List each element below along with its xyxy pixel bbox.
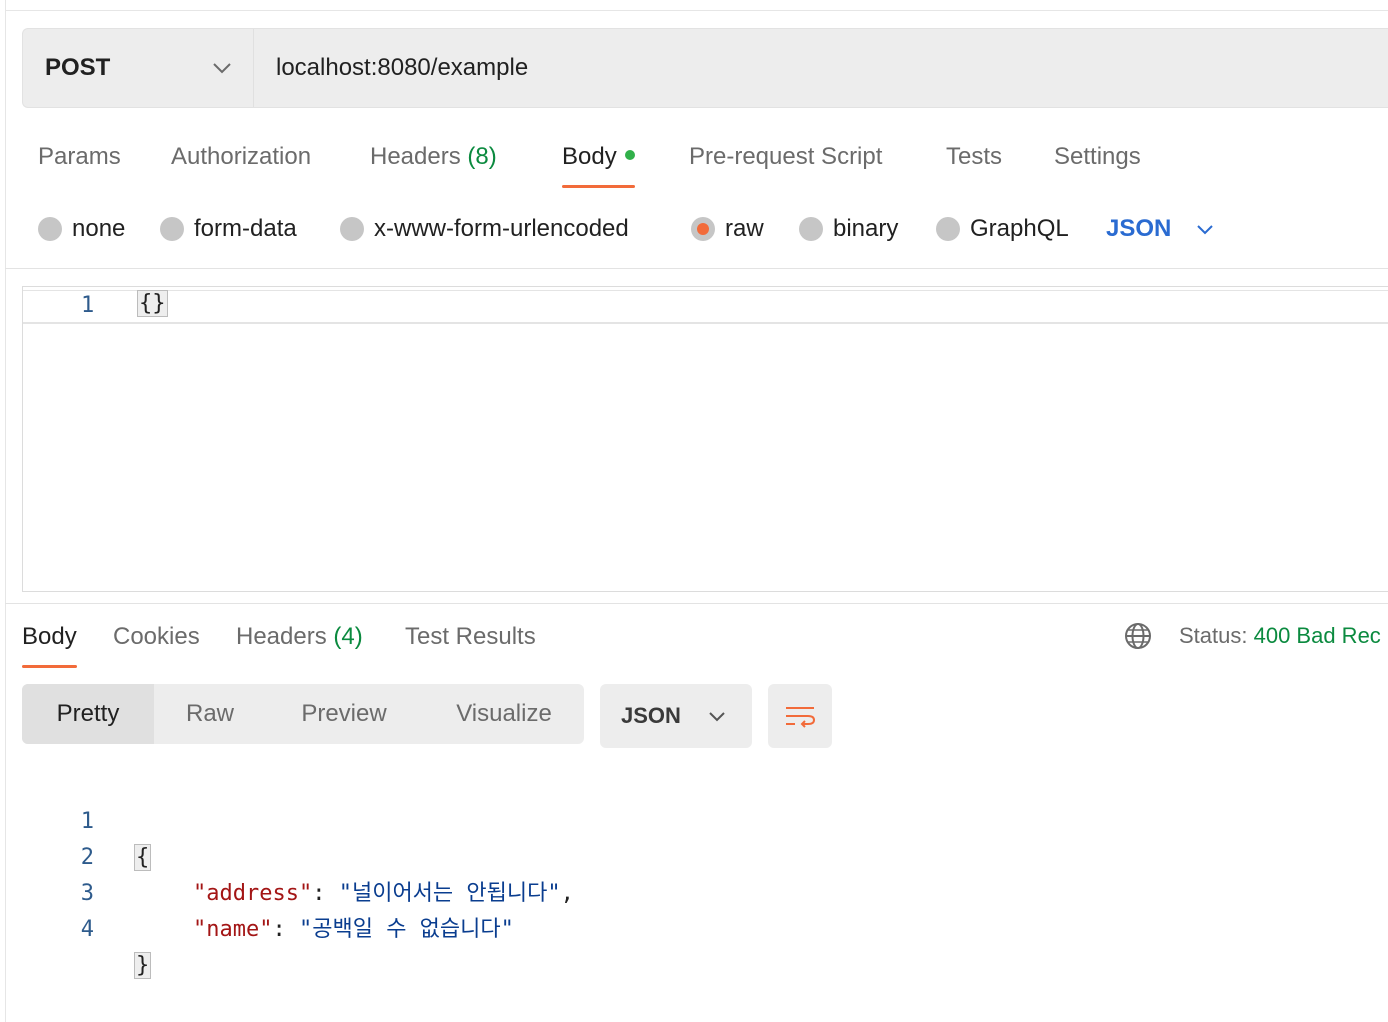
divider bbox=[5, 603, 1388, 604]
radio-label: none bbox=[72, 215, 126, 242]
line-number: 4 bbox=[80, 917, 94, 942]
close-brace: } bbox=[134, 952, 152, 979]
wrap-lines-icon bbox=[786, 707, 816, 728]
json-key: "address" bbox=[193, 881, 313, 906]
tab-label: Headers bbox=[370, 143, 461, 170]
chevron-down-icon bbox=[213, 63, 231, 74]
view-pretty[interactable]: Pretty bbox=[22, 684, 154, 744]
chevron-down-icon bbox=[709, 712, 725, 722]
radio-label: x-www-form-urlencoded bbox=[374, 215, 629, 242]
headers-count: (4) bbox=[333, 623, 363, 650]
tab-label: Tests bbox=[946, 143, 1003, 170]
radio-circle-icon bbox=[936, 217, 960, 241]
line-number: 1 bbox=[81, 293, 95, 318]
response-tab-cookies[interactable]: Cookies bbox=[113, 620, 200, 656]
view-label: Visualize bbox=[456, 700, 552, 727]
line-number: 3 bbox=[80, 881, 94, 906]
chevron-down-icon bbox=[1197, 225, 1214, 235]
tab-label: Body bbox=[22, 623, 77, 650]
code-line: 4 } bbox=[0, 876, 152, 979]
response-tab-test-results[interactable]: Test Results bbox=[405, 620, 536, 656]
radio-label: form-data bbox=[194, 215, 297, 242]
view-label: Pretty bbox=[56, 700, 120, 727]
radio-graphql[interactable]: GraphQL bbox=[936, 212, 1069, 246]
radio-form-data[interactable]: form-data bbox=[160, 212, 297, 246]
response-status: Status: 400 Bad Rec bbox=[1179, 622, 1381, 650]
line-number: 1 bbox=[80, 809, 94, 834]
modified-dot-icon bbox=[624, 149, 635, 160]
radio-circle-icon bbox=[38, 217, 62, 241]
open-brace: { bbox=[134, 844, 152, 871]
divider bbox=[253, 29, 254, 107]
divider bbox=[5, 268, 1388, 269]
json-comma: , bbox=[560, 881, 574, 906]
code-line: 1 { bbox=[0, 768, 152, 871]
radio-label: raw bbox=[725, 215, 764, 242]
tab-headers[interactable]: Headers (8) bbox=[370, 140, 497, 176]
tab-authorization[interactable]: Authorization bbox=[171, 140, 311, 176]
tab-tests[interactable]: Tests bbox=[946, 140, 1002, 176]
current-line-highlight bbox=[23, 290, 1388, 324]
radio-circle-icon bbox=[340, 217, 364, 241]
response-view-switcher: Pretty Raw Preview Visualize bbox=[22, 684, 584, 744]
radio-selected-icon bbox=[691, 217, 715, 241]
tab-label: Settings bbox=[1054, 143, 1141, 170]
url-text: localhost:8080/example bbox=[276, 54, 529, 81]
wrap-lines-button[interactable] bbox=[768, 684, 832, 748]
tab-label: Pre-request Script bbox=[689, 143, 883, 170]
response-format-select[interactable]: JSON bbox=[600, 684, 752, 748]
view-visualize[interactable]: Visualize bbox=[442, 684, 566, 744]
view-preview[interactable]: Preview bbox=[284, 684, 404, 744]
view-raw[interactable]: Raw bbox=[154, 684, 266, 744]
tab-label: Test Results bbox=[405, 623, 536, 650]
radio-circle-icon bbox=[160, 217, 184, 241]
json-value: "공백일 수 없습니다" bbox=[298, 917, 514, 942]
json-key: "name" bbox=[193, 917, 273, 942]
tab-body[interactable]: Body bbox=[562, 140, 635, 188]
tab-settings[interactable]: Settings bbox=[1054, 140, 1141, 176]
top-border bbox=[5, 10, 1388, 11]
active-tab-indicator bbox=[22, 665, 77, 668]
raw-format-label: JSON bbox=[1106, 215, 1172, 242]
tab-params[interactable]: Params bbox=[38, 140, 121, 176]
response-tab-body[interactable]: Body bbox=[22, 620, 77, 668]
radio-none[interactable]: none bbox=[38, 212, 125, 246]
view-label: Raw bbox=[185, 700, 234, 727]
request-bar: POST localhost:8080/example bbox=[22, 28, 1388, 108]
json-value: "널이어서는 안됩니다" bbox=[338, 881, 561, 906]
tab-label: Headers bbox=[236, 623, 327, 650]
code-line: 3 "name": "공백일 수 없습니다" bbox=[0, 840, 514, 942]
tab-label: Cookies bbox=[113, 623, 200, 650]
active-tab-indicator bbox=[562, 185, 635, 188]
radio-raw[interactable]: raw bbox=[691, 212, 764, 246]
status-label: Status: bbox=[1179, 623, 1248, 648]
response-tab-headers[interactable]: Headers (4) bbox=[236, 620, 363, 656]
response-format-label: JSON bbox=[621, 703, 681, 728]
headers-count: (8) bbox=[467, 143, 497, 170]
request-body-editor[interactable]: 1 {} bbox=[22, 286, 1388, 592]
method-select[interactable]: POST bbox=[23, 29, 253, 107]
raw-format-select[interactable]: JSON bbox=[1106, 212, 1215, 246]
code-line: 2 "address": "널이어서는 안됩니다", bbox=[0, 804, 574, 906]
tab-label: Authorization bbox=[171, 143, 312, 170]
tab-label: Params bbox=[38, 143, 121, 170]
response-body[interactable]: 1 { 2 "address": "널이어서는 안됩니다", 3 "name":… bbox=[0, 768, 1388, 979]
radio-label: binary bbox=[833, 215, 899, 242]
line-number: 2 bbox=[80, 845, 94, 870]
radio-label: GraphQL bbox=[970, 215, 1069, 242]
radio-circle-icon bbox=[799, 217, 823, 241]
radio-x-www-form-urlencoded[interactable]: x-www-form-urlencoded bbox=[340, 212, 629, 246]
method-label: POST bbox=[45, 54, 111, 81]
url-input[interactable]: localhost:8080/example bbox=[276, 29, 528, 107]
tab-label: Body bbox=[562, 143, 617, 170]
radio-binary[interactable]: binary bbox=[799, 212, 898, 246]
editor-line: {} bbox=[137, 290, 168, 317]
status-value[interactable]: 400 Bad Rec bbox=[1254, 623, 1381, 648]
tab-pre-request-script[interactable]: Pre-request Script bbox=[689, 140, 882, 176]
editor-content: {} bbox=[137, 290, 168, 317]
globe-icon[interactable] bbox=[1124, 622, 1152, 650]
view-label: Preview bbox=[301, 700, 387, 727]
